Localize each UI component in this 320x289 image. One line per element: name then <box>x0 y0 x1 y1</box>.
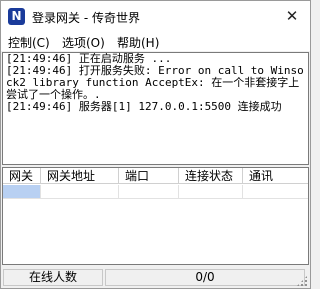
log-line: [21:49:46] 打开服务失败: Error on call to Wins… <box>6 64 304 101</box>
close-button[interactable]: ✕ <box>280 5 304 27</box>
table-header: 网关 网关地址 端口 连接状态 通讯 <box>3 168 308 185</box>
table-cell[interactable] <box>41 185 119 199</box>
app-icon: N <box>8 8 25 25</box>
table-cell[interactable] <box>119 185 179 199</box>
title-bar[interactable]: N 登录网关 - 传奇世界 ✕ <box>1 1 310 32</box>
column-header-status[interactable]: 连接状态 <box>179 168 243 184</box>
menu-control[interactable]: 控制(C) <box>8 34 50 51</box>
table-row-selected-cell[interactable] <box>3 185 41 199</box>
table-cell[interactable] <box>243 185 308 199</box>
menu-help[interactable]: 帮助(H) <box>117 34 159 51</box>
main-window: N 登录网关 - 传奇世界 ✕ 控制(C) 选项(O) 帮助(H) [21:49… <box>0 0 311 289</box>
table-cell[interactable] <box>179 185 243 199</box>
column-header-port[interactable]: 端口 <box>119 168 179 184</box>
column-header-address[interactable]: 网关地址 <box>41 168 119 184</box>
online-count-label: 在线人数 <box>3 269 103 286</box>
menu-bar: 控制(C) 选项(O) 帮助(H) <box>1 32 310 51</box>
menu-options[interactable]: 选项(O) <box>62 34 105 51</box>
window-title: 登录网关 - 传奇世界 <box>32 11 140 25</box>
close-icon: ✕ <box>285 7 299 25</box>
column-header-gateway[interactable]: 网关 <box>3 168 41 184</box>
online-count-value: 0/0 <box>105 269 305 286</box>
log-panel[interactable]: [21:49:46] 正在启动服务 ... [21:49:46] 打开服务失败:… <box>2 52 309 165</box>
log-line: [21:49:46] 服务器[1] 127.0.0.1:5500 连接成功 <box>6 100 282 113</box>
status-bar: 在线人数 0/0 <box>1 267 310 288</box>
column-header-comm[interactable]: 通讯 <box>243 168 308 184</box>
gateway-table[interactable]: 网关 网关地址 端口 连接状态 通讯 <box>2 167 309 265</box>
